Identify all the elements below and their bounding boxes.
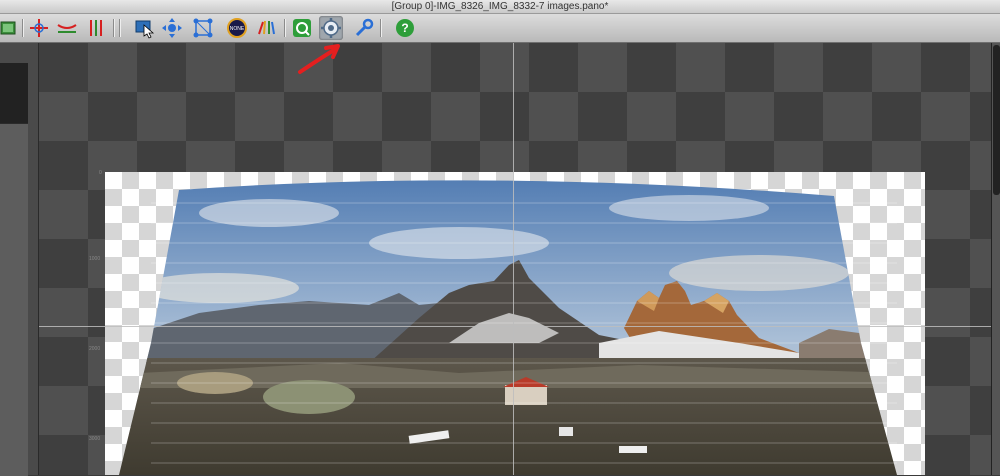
scrollbar-thumb[interactable] [993,45,1000,195]
vertical-scrollbar[interactable] [991,43,1000,475]
ruler-label: 0 [99,170,102,176]
main-toolbar: NONE ? [0,14,1000,43]
ruler-label: 2000 [89,346,101,352]
none-label: NONE [230,26,245,32]
toolbar-separator [284,19,286,37]
move-icon[interactable] [160,16,184,40]
tools-wrench-icon[interactable] [352,16,376,40]
preview-canvas[interactable]: 0 1000 2000 3000 [39,43,991,475]
center-icon[interactable] [27,16,51,40]
toolbar-separator [22,19,24,37]
ruler-label: 1000 [89,256,101,262]
select-icon[interactable] [133,16,157,40]
optimize-icon[interactable] [290,16,314,40]
svg-text:?: ? [401,21,408,35]
fit-horizon-icon[interactable] [55,16,79,40]
toolbar-separator [113,19,115,37]
left-panel [0,43,39,476]
color-icon[interactable] [255,16,279,40]
preview-icon[interactable] [0,16,20,40]
panel-body [0,123,28,476]
window-title: [Group 0]-IMG_8326_IMG_8332-7 images.pan… [391,1,609,12]
window-titlebar: [Group 0]-IMG_8326_IMG_8332-7 images.pan… [0,0,1000,14]
straighten-icon[interactable] [84,16,108,40]
toolbar-separator [119,19,121,37]
help-icon[interactable]: ? [393,16,417,40]
panorama-image [119,180,897,475]
center-guide-vertical [513,43,514,475]
control-points-icon[interactable] [191,16,215,40]
red-arrow-annotation [298,44,340,74]
horizon-guide-horizontal [39,326,991,327]
ruler-label: 3000 [89,436,101,442]
toolbar-separator [380,19,382,37]
settings-gear-icon[interactable] [319,16,343,40]
none-icon[interactable]: NONE [225,16,249,40]
panel-header [0,63,28,123]
